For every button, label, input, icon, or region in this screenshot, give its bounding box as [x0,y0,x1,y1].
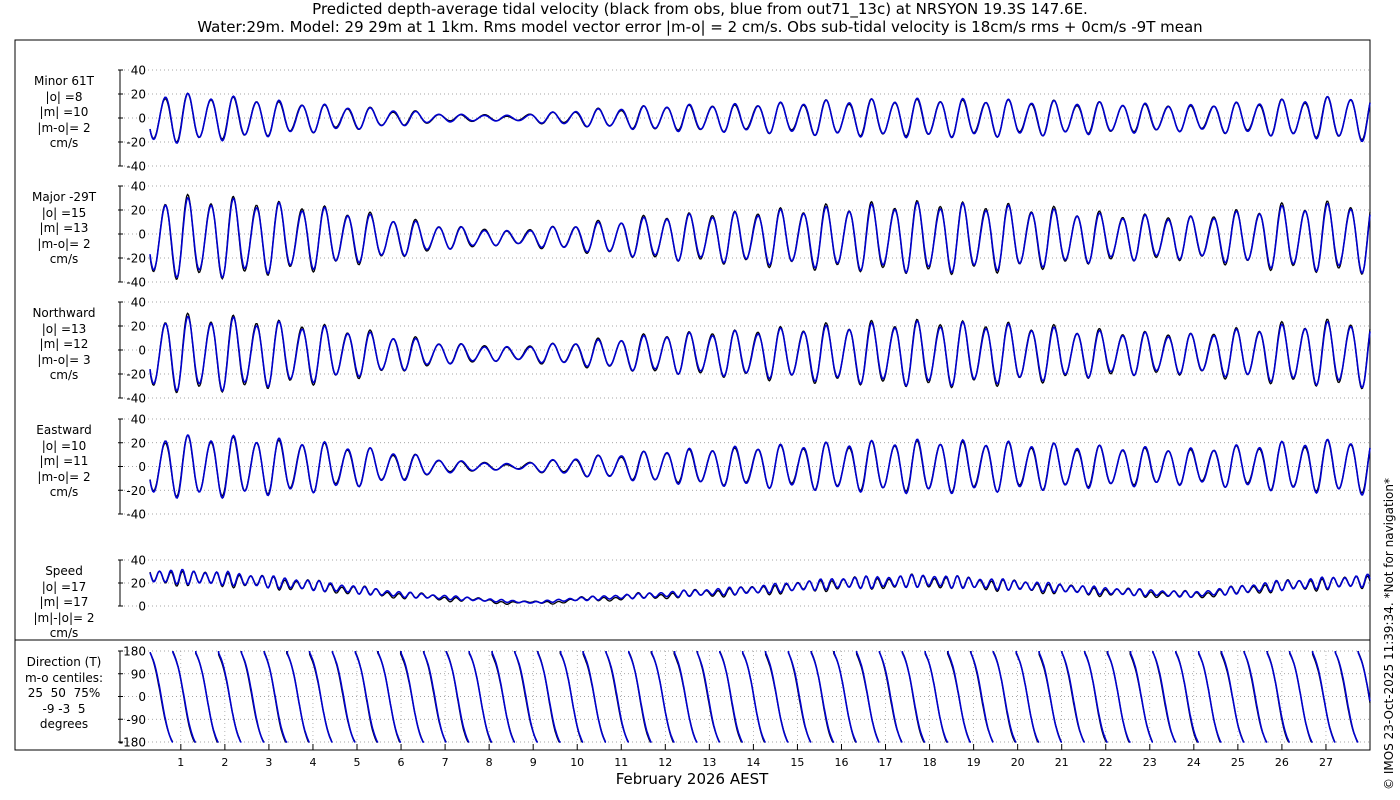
direction-ytick-label: -90 [126,713,146,727]
major-label-line: cm/s [49,252,79,267]
direction-label-line: 25 50 75% [27,686,101,701]
speed-label-line: |o| =17 [41,579,87,594]
direction-label-line: Direction (T) [26,655,102,669]
speed-label-line: Speed [45,564,83,578]
x-tick-label: 20 [1011,756,1025,769]
x-tick-label: 11 [614,756,628,769]
x-tick-label: 26 [1275,756,1289,769]
north-obs-series [149,312,1371,394]
x-tick-label: 14 [746,756,760,769]
x-tick-label: 27 [1319,756,1333,769]
north-ytick-label: 0 [138,344,146,358]
direction-ytick-label: 0 [138,690,146,704]
minor-ytick-label: 20 [131,88,146,102]
north-label-line: Northward [32,306,96,320]
minor-label-line: |m| =10 [39,105,89,120]
north-ytick-label: -20 [126,368,146,382]
north-ytick-label: 20 [131,320,146,334]
x-tick-label: 22 [1099,756,1113,769]
x-tick-label: 18 [923,756,937,769]
east-label-line: |m-o|= 2 [37,469,91,484]
major-ytick-label: 0 [138,228,146,242]
x-tick-label: 2 [221,756,228,769]
major-panel-label: Major -29T |o| =15 |m| =13 |m-o|= 2 cm/s [18,190,110,268]
minor-label-line: |o| =8 [45,89,83,104]
east-ytick-label: 0 [138,460,146,474]
x-tick-label: 8 [486,756,493,769]
direction-panel-label: Direction (T) m-o centiles: 25 50 75% -9 -3… [18,655,110,733]
x-tick-label: 15 [790,756,804,769]
north-panel-label: Northward |o| =13 |m| =12 |m-o|= 3 cm/s [18,306,110,384]
major-ytick-label: -20 [126,252,146,266]
east-label-line: cm/s [49,485,79,500]
minor-ytick-label: -40 [126,160,146,174]
major-ytick-label: 20 [131,204,146,218]
x-tick-label: 1 [177,756,184,769]
east-ytick-label: -20 [126,484,146,498]
speed-ytick-label: 40 [131,554,146,568]
speed-label-line: cm/s [49,626,79,641]
x-tick-label: 17 [879,756,893,769]
x-tick-label: 10 [570,756,584,769]
major-ytick-label: -40 [126,276,146,290]
north-label-line: |o| =13 [41,321,87,336]
x-tick-label: 5 [354,756,361,769]
x-tick-label: 4 [310,756,317,769]
direction-ytick-label: 90 [131,667,146,681]
minor-label-line: Minor 61T [34,74,94,88]
east-label-line: Eastward [36,423,92,437]
east-label-line: |o| =10 [41,438,87,453]
north-ytick-label: 40 [131,296,146,310]
direction-ytick-label: 180 [123,645,146,659]
north-label-line: cm/s [49,368,79,383]
x-tick-label: 25 [1231,756,1245,769]
east-ytick-label: 40 [131,413,146,427]
speed-label-line: |m|-|o|= 2 [33,610,95,625]
minor-label-line: |m-o|= 2 [37,120,91,135]
east-panel-label: Eastward |o| =10 |m| =11 |m-o|= 2 cm/s [18,423,110,501]
speed-ytick-label: 20 [131,577,146,591]
x-tick-label: 9 [530,756,537,769]
imos-credit: © IMOS 23-Oct-2025 11:39:34. *Not for na… [1382,478,1396,790]
direction-ytick-label: -180 [119,736,146,750]
minor-label-line: cm/s [49,136,79,151]
minor-ytick-label: -20 [126,136,146,150]
major-label-line: Major -29T [31,190,97,204]
direction-label-line: degrees [39,717,89,732]
speed-model-series [149,568,1371,604]
x-tick-label: 7 [442,756,449,769]
speed-panel-label: Speed |o| =17 |m| =17 |m|-|o|= 2 cm/s [18,564,110,642]
speed-label-line: |m| =17 [39,595,89,610]
direction-label-line: -9 -3 5 [42,701,86,716]
x-tick-label: 23 [1143,756,1157,769]
east-label-line: |m| =11 [39,454,89,469]
x-tick-label: 12 [658,756,672,769]
major-label-line: |o| =15 [41,205,87,220]
tidal-velocity-figure: -40-2002040-40-2002040-40-2002040-40-200… [14,39,1371,788]
x-tick-label: 3 [265,756,272,769]
major-obs-series [149,193,1371,281]
x-tick-label: 6 [398,756,405,769]
north-label-line: |m-o|= 3 [37,352,91,367]
x-tick-label: 19 [967,756,981,769]
minor-ytick-label: 40 [131,64,146,78]
major-ytick-label: 40 [131,180,146,194]
speed-ytick-label: 0 [138,600,146,614]
x-tick-label: 16 [835,756,849,769]
north-model-series [149,315,1371,393]
major-label-line: |m| =13 [39,221,89,236]
east-obs-series [149,434,1371,498]
north-label-line: |m| =12 [39,337,89,352]
east-ytick-label: -40 [126,508,146,522]
east-ytick-label: 20 [131,436,146,450]
major-label-line: |m-o|= 2 [37,236,91,251]
x-tick-label: 24 [1187,756,1201,769]
north-ytick-label: -40 [126,392,146,406]
x-tick-label: 13 [702,756,716,769]
x-axis-label: February 2026 AEST [616,770,769,788]
minor-ytick-label: 0 [138,112,146,126]
direction-label-line: m-o centiles: [24,670,104,685]
minor-panel-label: Minor 61T |o| =8 |m| =10 |m-o|= 2 cm/s [18,74,110,152]
x-tick-label: 21 [1055,756,1069,769]
